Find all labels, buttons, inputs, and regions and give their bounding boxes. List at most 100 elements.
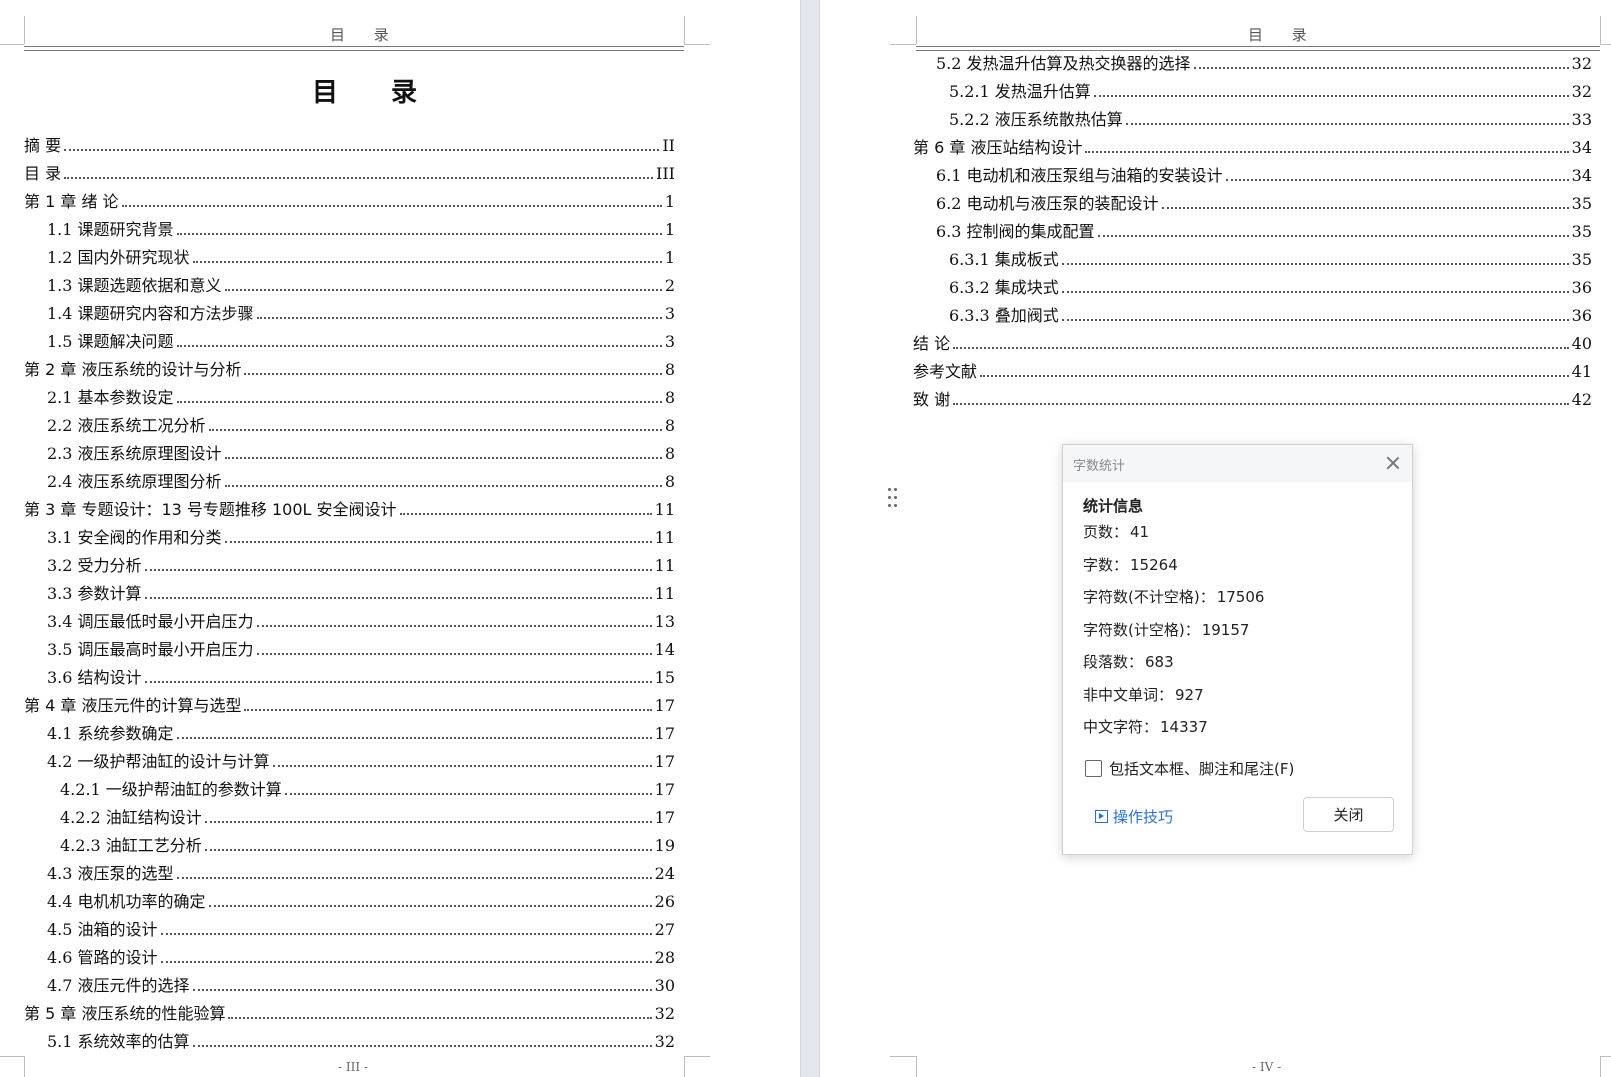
toc-entry-page: 33	[1571, 110, 1592, 129]
toc-leader-dots	[1061, 319, 1569, 321]
toc-leader-dots	[224, 289, 662, 291]
toc-entry-title: 6.3.1 集成板式	[949, 250, 1059, 269]
toc-entry[interactable]: 2.4 液压系统原理图分析 8	[47, 472, 675, 492]
toc-leader-dots	[228, 1017, 652, 1019]
toc-entry[interactable]: 结 论 40	[913, 334, 1592, 354]
toc-entry-title: 4.6 管路的设计	[47, 948, 158, 967]
toc-entry[interactable]: 5.2.2 液压系统散热估算 33	[949, 110, 1592, 130]
checkbox-icon[interactable]	[1085, 760, 1102, 777]
toc-entry[interactable]: 2.1 基本参数设定 8	[47, 388, 675, 408]
toc-entry-page: 2	[664, 276, 675, 295]
stat-value: 17506	[1216, 588, 1265, 606]
toc-leader-dots	[64, 149, 660, 151]
toc-entry-title: 3.5 调压最高时最小开启压力	[47, 640, 254, 659]
page-footer: - IV -	[1252, 1060, 1282, 1074]
toc-entry[interactable]: 4.2 一级护帮油缸的设计与计算 17	[47, 752, 675, 772]
toc-entry-page: 11	[654, 584, 675, 603]
toc-leader-dots	[244, 373, 662, 375]
toc-entry[interactable]: 3.3 参数计算 11	[47, 584, 675, 604]
toc-entry-title: 4.5 油箱的设计	[47, 920, 158, 939]
toc-entry[interactable]: 4.5 油箱的设计 27	[47, 920, 675, 940]
dialog-titlebar[interactable]: 字数统计	[1063, 445, 1412, 482]
toc-entry[interactable]: 3.6 结构设计 15	[47, 668, 675, 688]
toc-entry-page: II	[662, 136, 675, 155]
toc-entry[interactable]: 4.2.3 油缸工艺分析 19	[60, 836, 675, 856]
page-header: 目 录	[330, 26, 401, 44]
checkbox-label: 包括文本框、脚注和尾注(F)	[1109, 760, 1295, 778]
toc-entry-page: 24	[654, 864, 675, 883]
toc-entry[interactable]: 6.1 电动机和液压泵组与油箱的安装设计 34	[936, 166, 1592, 186]
toc-entry[interactable]: 目 录 III	[24, 164, 675, 184]
toc-entry-page: 11	[654, 556, 675, 575]
stats-heading: 统计信息	[1083, 497, 1144, 515]
toc-entry[interactable]: 参考文献 41	[913, 362, 1592, 382]
toc-entry[interactable]: 第 2 章 液压系统的设计与分析 8	[24, 360, 675, 380]
tips-link[interactable]: 操作技巧	[1095, 806, 1173, 827]
stat-label: 非中文单词：	[1083, 685, 1174, 704]
play-box-icon	[1095, 810, 1108, 823]
toc-entry[interactable]: 4.7 液压元件的选择 30	[47, 976, 675, 996]
toc-entry[interactable]: 6.3 控制阀的集成配置 35	[936, 222, 1592, 242]
toc-entry[interactable]: 6.2 电动机与液压泵的装配设计 35	[936, 194, 1592, 214]
toc-entry[interactable]: 致 谢 42	[913, 390, 1592, 410]
toc-entry[interactable]: 第 3 章 专题设计：13 号专题推移 100L 安全阀设计 11	[24, 500, 675, 520]
toc-entry[interactable]: 5.2.1 发热温升估算 32	[949, 82, 1592, 102]
toc-entry[interactable]: 3.4 调压最低时最小开启压力 13	[47, 612, 675, 632]
toc-entry[interactable]: 2.3 液压系统原理图设计 8	[47, 444, 675, 464]
toc-entry[interactable]: 6.3.2 集成块式 36	[949, 278, 1592, 298]
toc-entry-title: 4.3 液压泵的选型	[47, 864, 174, 883]
toc-leader-dots	[256, 653, 652, 655]
toc-entry-page: 8	[664, 472, 675, 491]
toc-entry-page: 8	[664, 444, 675, 463]
toc-entry[interactable]: 5.2 发热温升估算及热交换器的选择 32	[936, 54, 1592, 74]
include-textbox-checkbox[interactable]: 包括文本框、脚注和尾注(F)	[1085, 758, 1294, 779]
toc-entry-page: 8	[664, 360, 675, 379]
toc-leader-dots	[204, 821, 652, 823]
toc-entry[interactable]: 1.5 课题解决问题 3	[47, 332, 675, 352]
toc-entry[interactable]: 第 4 章 液压元件的计算与选型 17	[24, 696, 675, 716]
toc-leader-dots	[953, 347, 1569, 349]
close-button[interactable]: 关闭	[1303, 797, 1394, 832]
toc-entry[interactable]: 第 5 章 液压系统的性能验算 32	[24, 1004, 675, 1024]
crop-mark	[1600, 44, 1611, 45]
toc-entry[interactable]: 3.1 安全阀的作用和分类 11	[47, 528, 675, 548]
toc-entry-page: 32	[654, 1004, 675, 1023]
toc-entry[interactable]: 4.4 电机机功率的确定 26	[47, 892, 675, 912]
toc-entry-title: 第 2 章 液压系统的设计与分析	[24, 360, 242, 379]
toc-entry-title: 参考文献	[913, 362, 978, 381]
toc-entry[interactable]: 1.3 课题选题依据和意义 2	[47, 276, 675, 296]
toc-entry[interactable]: 4.3 液压泵的选型 24	[47, 864, 675, 884]
toc-leader-dots	[980, 375, 1569, 377]
toc-entry[interactable]: 4.2.2 油缸结构设计 17	[60, 808, 675, 828]
toc-entry-title: 1.4 课题研究内容和方法步骤	[47, 304, 254, 323]
toc-entry[interactable]: 第 1 章 绪 论 1	[24, 192, 675, 212]
close-icon[interactable]	[1386, 456, 1400, 470]
toc-leader-dots	[192, 261, 662, 263]
toc-leader-dots	[224, 457, 662, 459]
toc-leader-dots	[121, 205, 662, 207]
toc-entry-title: 4.2.1 一级护帮油缸的参数计算	[60, 780, 282, 799]
toc-entry[interactable]: 6.3.3 叠加阀式 36	[949, 306, 1592, 326]
toc-entry[interactable]: 1.4 课题研究内容和方法步骤 3	[47, 304, 675, 324]
toc-entry[interactable]: 4.1 系统参数确定 17	[47, 724, 675, 744]
toc-leader-dots	[272, 765, 652, 767]
toc-entry[interactable]: 2.2 液压系统工况分析 8	[47, 416, 675, 436]
toc-entry-title: 第 6 章 液压站结构设计	[913, 138, 1083, 157]
stat-label: 字数：	[1083, 555, 1129, 574]
toc-entry[interactable]: 6.3.1 集成板式 35	[949, 250, 1592, 270]
toc-entry[interactable]: 摘 要 II	[24, 136, 675, 156]
toc-entry-title: 4.1 系统参数确定	[47, 724, 174, 743]
toc-entry[interactable]: 3.5 调压最高时最小开启压力 14	[47, 640, 675, 660]
toc-entry[interactable]: 4.6 管路的设计 28	[47, 948, 675, 968]
toc-entry[interactable]: 第 6 章 液压站结构设计 34	[913, 138, 1592, 158]
toc-entry-page: 41	[1571, 362, 1592, 381]
toc-entry[interactable]: 4.2.1 一级护帮油缸的参数计算 17	[60, 780, 675, 800]
stat-label: 页数：	[1083, 523, 1129, 541]
toc-entry[interactable]: 5.1 系统效率的估算 32	[47, 1032, 675, 1052]
toc-entry-title: 目 录	[24, 164, 62, 183]
toc-entry[interactable]: 1.1 课题研究背景 1	[47, 220, 675, 240]
toc-entry[interactable]: 3.2 受力分析 11	[47, 556, 675, 576]
toc-leader-dots	[204, 849, 652, 851]
drag-handle-icon[interactable]	[888, 488, 898, 510]
toc-entry[interactable]: 1.2 国内外研究现状 1	[47, 248, 675, 268]
